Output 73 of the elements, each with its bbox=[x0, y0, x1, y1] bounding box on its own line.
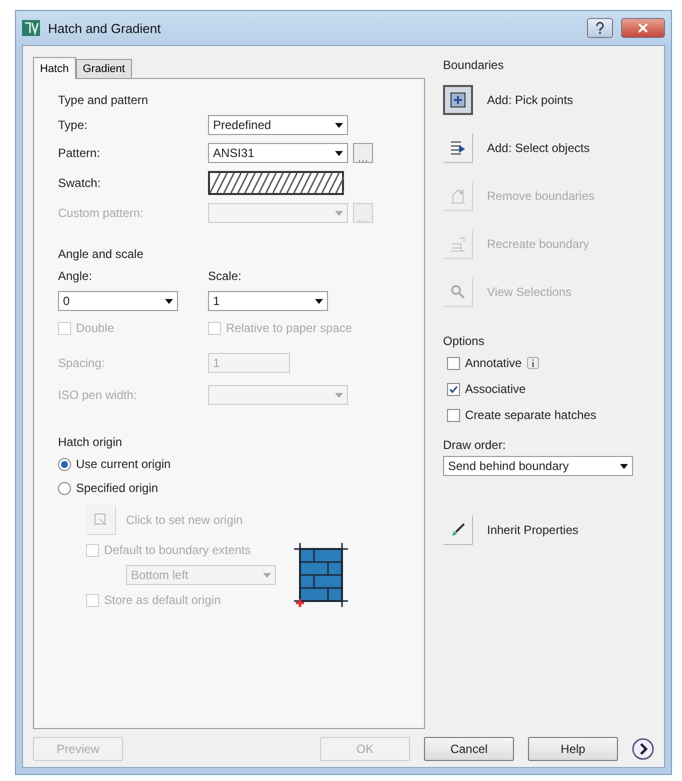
field-label: Pattern: bbox=[58, 146, 102, 160]
window-title: Hatch and Gradient bbox=[48, 20, 162, 36]
info-icon bbox=[526, 357, 539, 369]
brick-wall-icon bbox=[294, 543, 348, 607]
dropdown[interactable]: 0 bbox=[58, 291, 178, 311]
button-label: Add: Select objects bbox=[487, 141, 590, 155]
radio-label: Use current origin bbox=[76, 457, 171, 471]
select-objects-icon bbox=[450, 140, 466, 156]
checkbox-label: Create separate hatches bbox=[465, 408, 596, 422]
ellipsis-icon bbox=[358, 218, 368, 222]
dropdown-arrow-icon bbox=[335, 122, 343, 128]
dropdown-arrow-icon bbox=[335, 150, 343, 156]
section-heading: Boundaries bbox=[443, 58, 505, 72]
app-logo-icon bbox=[22, 20, 40, 36]
close-icon bbox=[638, 23, 648, 33]
dropdown[interactable]: Predefined bbox=[208, 115, 348, 135]
close-button[interactable] bbox=[621, 18, 665, 38]
radio-button[interactable] bbox=[58, 458, 71, 470]
section-heading: Angle and scale bbox=[58, 247, 144, 261]
button-label: Remove boundaries bbox=[487, 189, 594, 203]
brush-icon bbox=[450, 522, 466, 538]
origin-pointer-icon bbox=[93, 512, 109, 528]
radio-label: Specified origin bbox=[76, 481, 158, 495]
checkbox-label: Associative bbox=[465, 382, 526, 396]
dropdown-arrow-icon bbox=[263, 572, 271, 578]
radio-button[interactable] bbox=[58, 482, 71, 494]
button-label: Add: Pick points bbox=[487, 93, 574, 107]
checkbox[interactable] bbox=[447, 382, 460, 396]
dropdown-arrow-icon bbox=[315, 298, 323, 304]
field-label: Type: bbox=[58, 118, 88, 132]
pick-point-icon bbox=[450, 92, 466, 108]
field-label: Scale: bbox=[208, 269, 242, 283]
checkbox-label: Relative to paper space bbox=[226, 321, 352, 335]
remove-boundary-icon bbox=[450, 188, 466, 204]
button-label: Click to set new origin bbox=[126, 513, 243, 527]
tab[interactable]: Hatch bbox=[33, 57, 76, 79]
checkbox-label: Double bbox=[76, 321, 114, 335]
dropdown-arrow-icon bbox=[335, 210, 343, 216]
button-label: View Selections bbox=[487, 285, 572, 299]
expand-icon[interactable] bbox=[632, 738, 654, 760]
section-heading: Hatch origin bbox=[58, 435, 124, 449]
recreate-boundary-icon bbox=[450, 236, 466, 252]
button-label: Inherit Properties bbox=[487, 523, 578, 537]
checkbox-label: Annotative bbox=[465, 356, 522, 370]
magnifier-icon bbox=[450, 284, 466, 300]
tab[interactable]: Gradient bbox=[76, 59, 132, 78]
dropdown[interactable]: 1 bbox=[208, 291, 328, 311]
dropdown[interactable]: Send behind boundary bbox=[443, 456, 633, 476]
help-button[interactable] bbox=[587, 18, 613, 38]
help-icon bbox=[595, 22, 605, 34]
field-label: Draw order: bbox=[443, 438, 507, 452]
section-heading: Options bbox=[443, 334, 486, 348]
ellipsis-icon bbox=[358, 158, 368, 162]
section-heading: Type and pattern bbox=[58, 93, 150, 107]
dropdown[interactable]: ANSI31 bbox=[208, 143, 348, 163]
dropdown-arrow-icon bbox=[165, 298, 173, 304]
checkbox[interactable] bbox=[447, 408, 460, 422]
hatch-swatch[interactable] bbox=[208, 171, 344, 195]
field-label: Angle: bbox=[58, 269, 94, 283]
field-label: Spacing: bbox=[58, 356, 106, 370]
browse-button[interactable] bbox=[353, 143, 373, 163]
button-label: Recreate boundary bbox=[487, 237, 590, 251]
dropdown-arrow-icon bbox=[335, 392, 343, 398]
dropdown-arrow-icon bbox=[620, 464, 628, 468]
checkbox[interactable] bbox=[447, 356, 460, 370]
field-label: Swatch: bbox=[58, 176, 102, 190]
dialog-button[interactable]: Help bbox=[528, 737, 618, 761]
checkbox-label: Store as default origin bbox=[104, 593, 221, 607]
boundary-tool-button[interactable] bbox=[443, 85, 473, 115]
checkbox-label: Default to boundary extents bbox=[104, 543, 251, 557]
field-label: Custom pattern: bbox=[58, 206, 144, 220]
dialog-button[interactable]: Cancel bbox=[424, 737, 514, 761]
field-label: ISO pen width: bbox=[58, 388, 138, 402]
